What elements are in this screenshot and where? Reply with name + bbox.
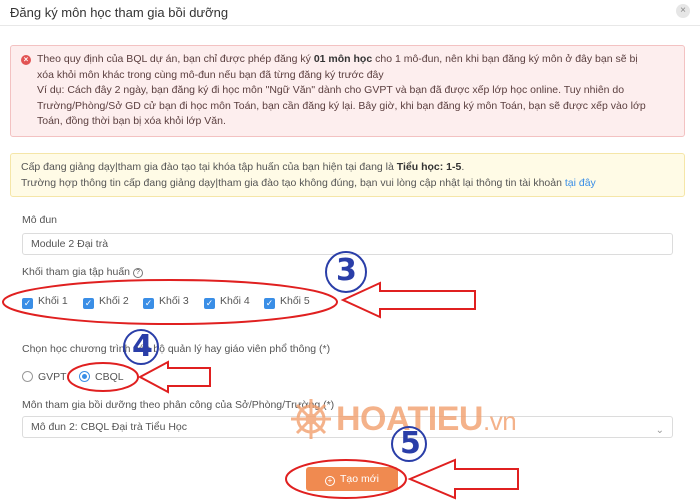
modal-title: Đăng ký môn học tham gia bồi dưỡng: [10, 5, 229, 20]
step-5-number: 5: [400, 426, 421, 461]
help-icon[interactable]: ?: [133, 268, 143, 278]
rule-alert: × Theo quy định của BQL dự án, bạn chỉ đ…: [10, 45, 685, 137]
radio-cbql[interactable]: CBQL: [79, 371, 124, 383]
level-line-2: Trường hợp thông tin cấp đang giảng dạy|…: [21, 177, 596, 189]
create-button[interactable]: + Tạo mới: [306, 467, 398, 491]
error-icon: ×: [21, 55, 31, 65]
level-line-1: Cấp đang giảng dạy|tham gia đào tạo tại …: [21, 161, 465, 173]
checkbox-grade-5[interactable]: ✓ Khối 5: [264, 295, 310, 309]
checkbox-grade-4[interactable]: ✓ Khối 4: [204, 295, 250, 309]
check-icon: ✓: [264, 298, 275, 309]
step-4-number: 4: [132, 329, 153, 364]
ship-wheel-icon: [291, 399, 331, 439]
checkbox-grade-1[interactable]: ✓ Khối 1: [22, 295, 68, 309]
step-3-number: 3: [336, 253, 357, 288]
arrow-4: [137, 360, 211, 394]
checkbox-grade-2[interactable]: ✓ Khối 2: [83, 295, 129, 309]
program-label: Chọn học chương trình cán bộ quản lý hay…: [22, 343, 331, 355]
radio-dot: [22, 371, 33, 382]
alert-line-1: Theo quy định của BQL dự án, bạn chỉ đượ…: [37, 53, 638, 65]
chevron-down-icon: ⌄: [655, 425, 664, 436]
arrow-3: [340, 281, 476, 319]
watermark-text: HOATIEU.vn: [336, 400, 517, 438]
radio-dot-selected: [79, 371, 90, 382]
module-label: Mô đun: [22, 214, 58, 226]
level-alert: Cấp đang giảng dạy|tham gia đào tạo tại …: [10, 153, 685, 197]
update-account-link[interactable]: tại đây: [565, 177, 596, 189]
check-icon: ✓: [22, 298, 33, 309]
plus-icon: +: [325, 476, 335, 486]
check-icon: ✓: [83, 298, 94, 309]
modal-header: Đăng ký môn học tham gia bồi dưỡng ×: [0, 0, 700, 26]
close-icon[interactable]: ×: [676, 4, 690, 18]
radio-gvpt[interactable]: GVPT: [22, 371, 67, 383]
alert-line-2: xóa khỏi môn khác trong cùng mô-đun nếu …: [37, 68, 384, 81]
alert-line-5: Toán, đồng thời bạn bị xóa khỏi lớp Văn.: [37, 115, 226, 127]
alert-line-3: Ví dụ: Cách đây 2 ngày, bạn đăng ký đi h…: [37, 84, 625, 96]
check-icon: ✓: [204, 298, 215, 309]
alert-line-4: Trường/Phòng/Sở GD cử bạn đi học môn Toá…: [37, 99, 646, 112]
grades-label: Khối tham gia tập huấn?: [22, 266, 143, 278]
checkbox-grade-3[interactable]: ✓ Khối 3: [143, 295, 189, 309]
check-icon: ✓: [143, 298, 154, 309]
arrow-5: [407, 458, 519, 500]
